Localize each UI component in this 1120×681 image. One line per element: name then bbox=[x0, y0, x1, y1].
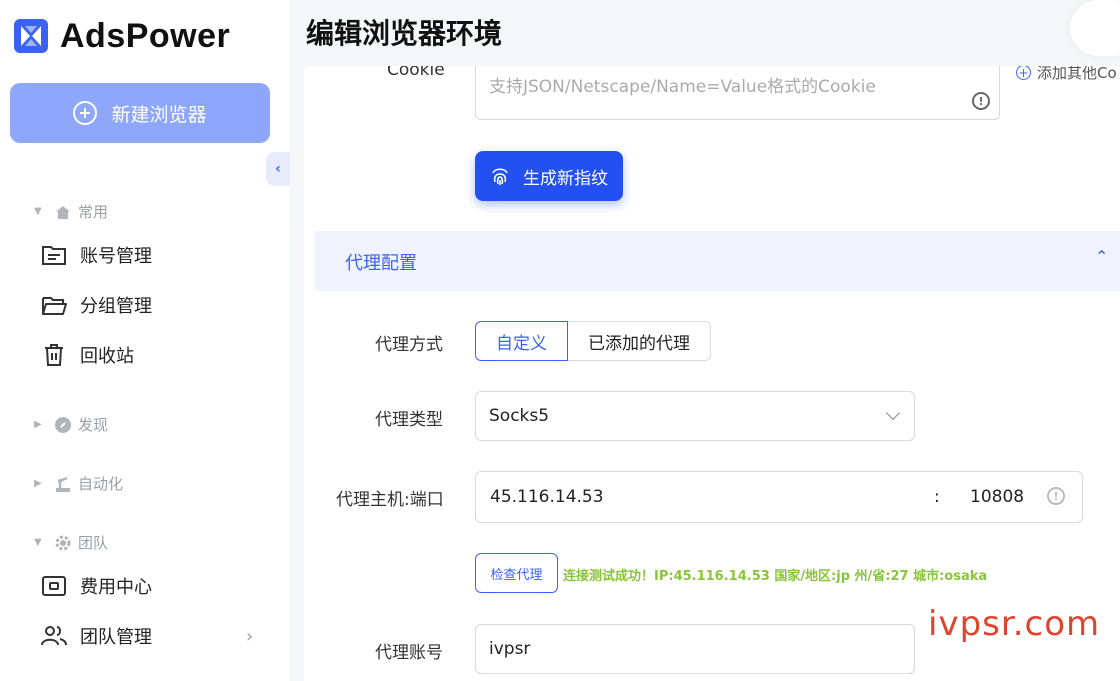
plus-circle-icon: + bbox=[1016, 66, 1031, 80]
page-header: 编辑浏览器环境 bbox=[290, 0, 1120, 66]
sidebar-item-label: 回收站 bbox=[80, 346, 134, 367]
chevron-right-icon: › bbox=[246, 626, 254, 647]
sidebar-item-label: 账号管理 bbox=[80, 246, 152, 267]
generate-fingerprint-button[interactable]: 生成新指纹 bbox=[475, 151, 623, 201]
cookie-placeholder: 支持JSON/Netscape/Name=Value格式的Cookie bbox=[489, 77, 876, 97]
logo: AdsPower bbox=[14, 16, 231, 55]
adspower-logo-icon bbox=[14, 19, 48, 53]
trash-icon bbox=[40, 341, 68, 369]
account-folder-icon bbox=[40, 241, 68, 269]
caret-down-icon: ▼ bbox=[34, 206, 42, 217]
proxy-account-value: ivpsr bbox=[489, 639, 531, 659]
chevron-down-icon bbox=[885, 405, 901, 421]
open-folder-icon bbox=[40, 291, 68, 319]
brand-name: AdsPower bbox=[60, 16, 231, 55]
new-browser-label: 新建浏览器 bbox=[111, 103, 207, 126]
edit-form-card: Cookie 支持JSON/Netscape/Name=Value格式的Cook… bbox=[304, 66, 1120, 681]
plus-circle-icon bbox=[73, 101, 98, 125]
sidebar-item-accounts[interactable]: 账号管理 bbox=[40, 241, 152, 269]
section-label: 团队 bbox=[78, 534, 109, 552]
caret-right-icon: ▶ bbox=[34, 478, 42, 489]
add-other-cookie-link[interactable]: + 添加其他Co bbox=[1016, 66, 1117, 83]
info-icon[interactable]: ! bbox=[1047, 487, 1065, 505]
cookie-textarea[interactable]: 支持JSON/Netscape/Name=Value格式的Cookie ! bbox=[475, 66, 1000, 120]
section-discover[interactable]: ▶ 发现 bbox=[34, 414, 108, 435]
section-label: 自动化 bbox=[78, 475, 124, 493]
check-proxy-button[interactable]: 检查代理 bbox=[475, 553, 558, 593]
proxy-section-header[interactable]: 代理配置 ⌃ bbox=[315, 231, 1120, 291]
sidebar-item-label: 团队管理 bbox=[80, 627, 152, 648]
main-content: 编辑浏览器环境 Cookie 支持JSON/Netscape/Name=Valu… bbox=[290, 0, 1120, 681]
section-label: 常用 bbox=[78, 203, 109, 221]
caret-right-icon: ▶ bbox=[34, 419, 42, 430]
proxy-account-label: 代理账号 bbox=[375, 643, 443, 663]
watermark: ivpsr.com bbox=[928, 604, 1101, 644]
generate-fingerprint-label: 生成新指纹 bbox=[523, 168, 608, 189]
proxy-hostport-label: 代理主机:端口 bbox=[336, 490, 444, 510]
proxy-method-custom[interactable]: 自定义 bbox=[475, 321, 568, 361]
cookie-label: Cookie bbox=[387, 66, 445, 80]
page-title: 编辑浏览器环境 bbox=[306, 17, 503, 50]
section-automation[interactable]: ▶ 自动化 bbox=[34, 473, 123, 494]
gear-icon bbox=[54, 534, 72, 552]
add-other-cookie-label: 添加其他Co bbox=[1037, 66, 1117, 82]
proxy-section-title: 代理配置 bbox=[345, 253, 417, 274]
chevron-left-icon: ‹ bbox=[275, 161, 281, 177]
proxy-method-saved[interactable]: 已添加的代理 bbox=[568, 321, 711, 361]
app-window: AdsPower 新建浏览器 ‹ ▼ 常用 账号管理 分组管理 回收站 ▶ 发现… bbox=[0, 0, 1120, 681]
section-label: 发现 bbox=[78, 416, 109, 434]
proxy-method-toggle: 自定义 已添加的代理 bbox=[475, 321, 711, 361]
proxy-type-value: Socks5 bbox=[489, 406, 550, 426]
sidebar-item-billing[interactable]: 费用中心 bbox=[40, 572, 152, 600]
sidebar: AdsPower 新建浏览器 ‹ ▼ 常用 账号管理 分组管理 回收站 ▶ 发现… bbox=[0, 0, 290, 681]
robot-arm-icon bbox=[54, 475, 72, 493]
users-icon bbox=[40, 622, 68, 650]
sidebar-item-team-management[interactable]: 团队管理 bbox=[40, 622, 152, 650]
chevron-up-icon[interactable]: ⌃ bbox=[1095, 247, 1108, 266]
proxy-host-input[interactable]: 45.116.14.53 bbox=[490, 487, 604, 507]
proxy-account-input[interactable]: ivpsr bbox=[475, 624, 915, 674]
collapse-sidebar-button[interactable]: ‹ bbox=[266, 152, 290, 186]
proxy-type-label: 代理类型 bbox=[375, 410, 443, 430]
sidebar-item-groups[interactable]: 分组管理 bbox=[40, 291, 152, 319]
wallet-icon bbox=[40, 572, 68, 600]
sidebar-item-trash[interactable]: 回收站 bbox=[40, 341, 134, 369]
new-browser-button[interactable]: 新建浏览器 bbox=[10, 83, 270, 143]
proxy-type-select[interactable]: Socks5 bbox=[475, 391, 915, 441]
caret-down-icon: ▼ bbox=[34, 537, 42, 548]
section-team[interactable]: ▼ 团队 bbox=[34, 532, 108, 553]
info-icon[interactable]: ! bbox=[972, 92, 990, 110]
sidebar-item-label: 费用中心 bbox=[80, 577, 152, 598]
section-common[interactable]: ▼ 常用 bbox=[34, 201, 108, 222]
proxy-hostport-field[interactable]: 45.116.14.53 : 10808 ! bbox=[475, 471, 1083, 523]
fingerprint-icon bbox=[492, 168, 508, 185]
sidebar-item-label: 分组管理 bbox=[80, 296, 152, 317]
proxy-method-label: 代理方式 bbox=[375, 335, 443, 355]
proxy-check-result: 连接测试成功！IP:45.116.14.53 国家/地区:jp 州/省:27 城… bbox=[563, 569, 988, 584]
home-icon bbox=[54, 203, 72, 221]
header-corner-decoration bbox=[1070, 0, 1120, 56]
proxy-port-input[interactable]: 10808 bbox=[970, 487, 1024, 507]
hostport-separator: : bbox=[934, 487, 940, 507]
compass-icon bbox=[54, 416, 72, 434]
